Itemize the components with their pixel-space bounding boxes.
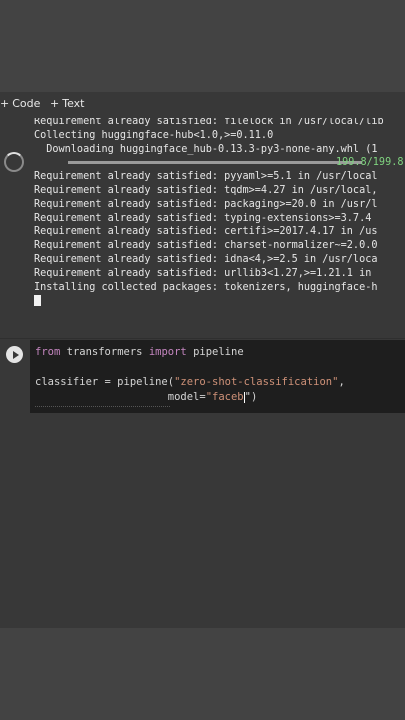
output-line: Installing collected packages: tokenizer… [34,281,378,293]
code-text: model= [35,391,206,403]
add-code-label: Code [12,97,41,110]
indent-guide [35,406,170,407]
code-text: classifier = pipeline( [35,376,175,388]
output-line: Requirement already satisfied: charset-n… [34,240,378,252]
string-literal: "faceb [205,391,244,403]
keyword-from: from [35,346,61,358]
code-text: , [338,376,345,388]
add-text-label: Text [62,97,85,110]
output-line: Downloading huggingface_hub-0.13.3-py3-n… [34,143,378,155]
top-letterbox [0,0,405,92]
keyword-import: import [148,346,187,358]
colab-notebook: + Code + Text Requirement already satisfie… [0,92,405,628]
download-progress-text: 199.8/199.8 [336,157,404,169]
output-line: Collecting huggingface-hub<1.0,>=0.11.0 [34,129,274,141]
plus-icon: + [0,97,10,110]
output-line: Requirement already satisfied: filelock … [34,118,384,127]
output-text: Requirement already satisfied: filelock … [34,118,405,308]
code-editor[interactable]: from transformers import pipeline classi… [30,340,405,413]
add-code-button[interactable]: + Code [0,97,40,110]
download-progress-row: 199.8/199.8 [34,156,405,170]
output-line: Requirement already satisfied: typing-ex… [34,212,372,224]
code-cell: from transformers import pipeline classi… [0,340,405,413]
string-literal: "zero-shot-classification" [174,376,339,388]
cell-divider [0,338,405,339]
cell-gutter [0,340,30,413]
output-line: Requirement already satisfied: pyyaml>=5… [34,171,378,183]
running-spinner-icon[interactable] [4,152,24,172]
output-cursor [34,294,41,306]
run-cell-button[interactable] [6,346,23,363]
code-line-1: from transformers import pipeline [35,346,244,358]
output-line: Requirement already satisfied: tqdm>=4.2… [34,184,378,196]
bottom-letterbox [0,628,405,720]
output-line: Requirement already satisfied: urllib3<1… [34,267,372,279]
add-text-button[interactable]: + Text [50,97,84,110]
code-text: transformers [60,346,149,358]
plus-icon: + [50,97,60,110]
output-line: Requirement already satisfied: packaging… [34,198,378,210]
output-line: Requirement already satisfied: idna<4,>=… [34,253,378,265]
code-line-3: classifier = pipeline("zero-shot-classif… [35,376,345,388]
output-cursor-line [34,294,405,308]
code-text: ") [244,391,258,403]
output-cell: Requirement already satisfied: filelock … [0,118,405,330]
notebook-empty-area [0,413,405,628]
notebook-toolbar: + Code + Text [0,92,405,118]
output-line: Requirement already satisfied: certifi>=… [34,226,378,238]
code-line-4: model="faceb") [35,391,258,403]
code-text: pipeline [186,346,244,358]
download-progress-bar [68,161,362,165]
